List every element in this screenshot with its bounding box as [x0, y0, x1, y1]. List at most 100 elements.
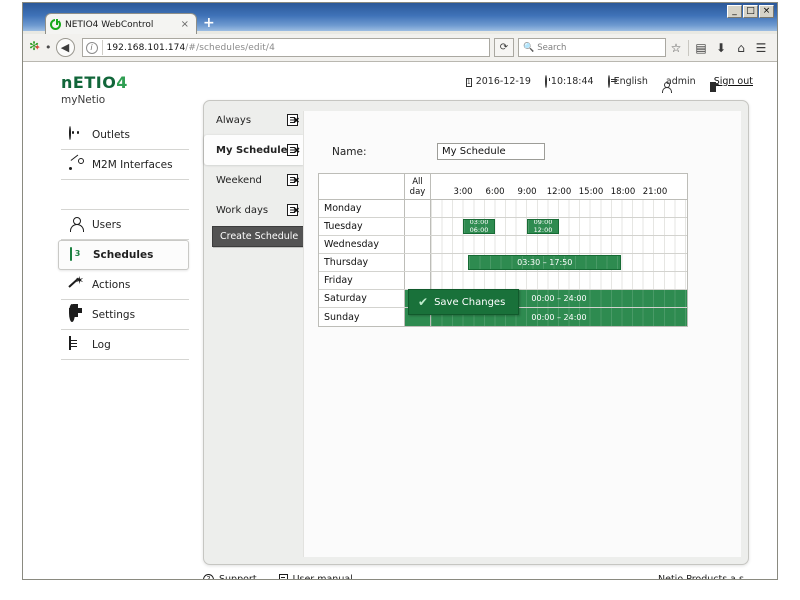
- axis-label: 21:00: [642, 187, 668, 197]
- power-icon: [50, 18, 61, 30]
- page-viewport: nETIO4 myNetio 1 2016-12-19 10:18:44 Englis…: [23, 62, 777, 579]
- day-label: Wednesday: [319, 236, 405, 253]
- create-schedule-button[interactable]: Create Schedule: [212, 226, 307, 247]
- axis-label: 15:00: [578, 187, 604, 197]
- delete-schedule-icon[interactable]: [287, 114, 300, 126]
- dropdown-dot-icon[interactable]: •: [45, 41, 52, 54]
- schedules-icon: [70, 246, 85, 263]
- schedule-block[interactable]: 03:30 – 17:50: [468, 255, 622, 270]
- document-icon: [278, 574, 288, 579]
- delete-schedule-icon[interactable]: [287, 144, 300, 156]
- delete-schedule-icon[interactable]: [287, 174, 300, 186]
- header-meta-label: Sign out: [713, 76, 753, 87]
- logo-version: 4: [116, 73, 128, 92]
- sidebar-item-m2m-interfaces[interactable]: M2M Interfaces: [61, 150, 189, 180]
- user-manual-label: User manual: [293, 574, 353, 579]
- schedule-block[interactable]: 03:00 06:00: [463, 219, 495, 234]
- all-day-line1: All: [412, 176, 423, 187]
- schedule-name-input[interactable]: [437, 143, 545, 160]
- firefox-icon: [29, 39, 43, 55]
- header-meta-sign-out[interactable]: Sign out: [710, 76, 753, 87]
- support-link[interactable]: ? Support: [203, 574, 257, 579]
- clock-icon: [544, 75, 547, 88]
- schedule-item-my-schedule[interactable]: My Schedule: [204, 135, 304, 165]
- block-label: 03:30 – 17:50: [517, 258, 573, 267]
- sidebar-item-settings[interactable]: Settings: [61, 300, 189, 330]
- schedule-item-weekend[interactable]: Weekend: [204, 165, 304, 195]
- company-link[interactable]: Netio Products a.s.: [658, 574, 749, 579]
- info-icon[interactable]: i: [85, 41, 98, 54]
- url-text: 192.168.101.174/#/schedules/edit/4: [107, 43, 275, 53]
- new-tab-button[interactable]: +: [203, 15, 215, 31]
- sidebar-item-log[interactable]: Log: [61, 330, 189, 360]
- back-button[interactable]: ◀: [55, 38, 75, 57]
- page-footer: ? Support User manual Netio Products a.s…: [203, 574, 749, 579]
- time-track[interactable]: 03:30 – 17:50: [431, 254, 687, 271]
- users-icon: [69, 217, 84, 232]
- sidebar-item-outlets[interactable]: Outlets: [61, 120, 189, 150]
- schedule-item-label: My Schedule: [216, 144, 288, 156]
- url-host: 192.168.101.174: [106, 42, 186, 53]
- downloads-icon[interactable]: ⬇: [711, 41, 731, 55]
- home-icon[interactable]: ⌂: [731, 41, 751, 55]
- schedule-block[interactable]: 09:00 12:00: [527, 219, 559, 234]
- sidebar-item-schedules[interactable]: Schedules: [58, 240, 189, 270]
- menu-icon[interactable]: ☰: [751, 41, 771, 55]
- axis-label: 12:00: [546, 187, 572, 197]
- all-day-cell[interactable]: [405, 272, 431, 289]
- day-label: Thursday: [319, 254, 405, 271]
- block-end: 06:00: [469, 225, 489, 234]
- sidebar-item-label: Outlets: [92, 128, 131, 141]
- language-icon: [607, 75, 610, 88]
- axis-label: 9:00: [517, 187, 537, 197]
- url-bar[interactable]: i 192.168.101.174/#/schedules/edit/4: [81, 38, 490, 57]
- save-changes-button[interactable]: ✔ Save Changes: [408, 289, 520, 315]
- user-manual-link[interactable]: User manual: [278, 574, 353, 579]
- block-label: 09:00 12:00: [534, 220, 553, 233]
- sidebar-item-label: Actions: [92, 278, 131, 291]
- sidebar-item-label: Settings: [92, 308, 136, 321]
- outlet-icon: [69, 126, 84, 142]
- block-label: 00:00 – 24:00: [531, 294, 587, 303]
- time-track[interactable]: [431, 272, 687, 289]
- header-meta-clock: 10:18:44: [544, 75, 594, 88]
- delete-schedule-icon[interactable]: [287, 204, 300, 216]
- help-icon: ?: [203, 574, 214, 579]
- netio-web-page: nETIO4 myNetio 1 2016-12-19 10:18:44 Englis…: [23, 62, 777, 579]
- all-day-cell[interactable]: [405, 236, 431, 253]
- header-day-column: [319, 174, 405, 199]
- header-meta-label: 10:18:44: [550, 76, 594, 87]
- close-icon[interactable]: ×: [178, 19, 192, 30]
- search-input[interactable]: 🔍 Search: [518, 38, 666, 57]
- all-day-cell[interactable]: [405, 218, 431, 235]
- sidebar-item-label: Users: [92, 218, 122, 231]
- sidebar-item-users[interactable]: Users: [61, 210, 189, 240]
- sidebar-item-actions[interactable]: Actions: [61, 270, 189, 300]
- table-row: Friday: [319, 272, 687, 290]
- time-track[interactable]: [431, 236, 687, 253]
- all-day-cell[interactable]: [405, 200, 431, 217]
- header-meta-label: 2016-12-19: [475, 76, 531, 87]
- calendar-icon: 1: [465, 78, 472, 87]
- time-track[interactable]: [431, 200, 687, 217]
- time-track[interactable]: 03:00 06:00 09:00 12:00: [431, 218, 687, 235]
- table-row: Thursday 03:30 – 17:50: [319, 254, 687, 272]
- table-row: Tuesday 03:00 06:00 09:00 12:00: [319, 218, 687, 236]
- axis-label: 6:00: [485, 187, 505, 197]
- axis-label: 3:00: [453, 187, 473, 197]
- day-label: Saturday: [319, 290, 405, 307]
- brand: nETIO4 myNetio: [61, 73, 128, 107]
- toolbar-divider: [688, 39, 689, 56]
- header-time-axis: 3:00 6:00 9:00 12:00 15:00 18:00 21:00: [431, 174, 687, 199]
- sidebar-item-label: M2M Interfaces: [92, 158, 173, 171]
- schedule-item-work-days[interactable]: Work days: [204, 195, 304, 225]
- tab-strip: NETIO4 WebControl × +: [23, 13, 777, 35]
- star-icon[interactable]: ☆: [666, 41, 686, 55]
- browser-toolbar: • ◀ i 192.168.101.174/#/schedules/edit/4…: [23, 34, 777, 62]
- reload-button[interactable]: ⟳: [494, 38, 514, 57]
- all-day-cell[interactable]: [405, 254, 431, 271]
- tab-netio4-webcontrol[interactable]: NETIO4 WebControl ×: [45, 13, 197, 35]
- library-icon[interactable]: ▤: [691, 41, 711, 55]
- schedule-item-always[interactable]: Always: [204, 105, 304, 135]
- day-label: Tuesday: [319, 218, 405, 235]
